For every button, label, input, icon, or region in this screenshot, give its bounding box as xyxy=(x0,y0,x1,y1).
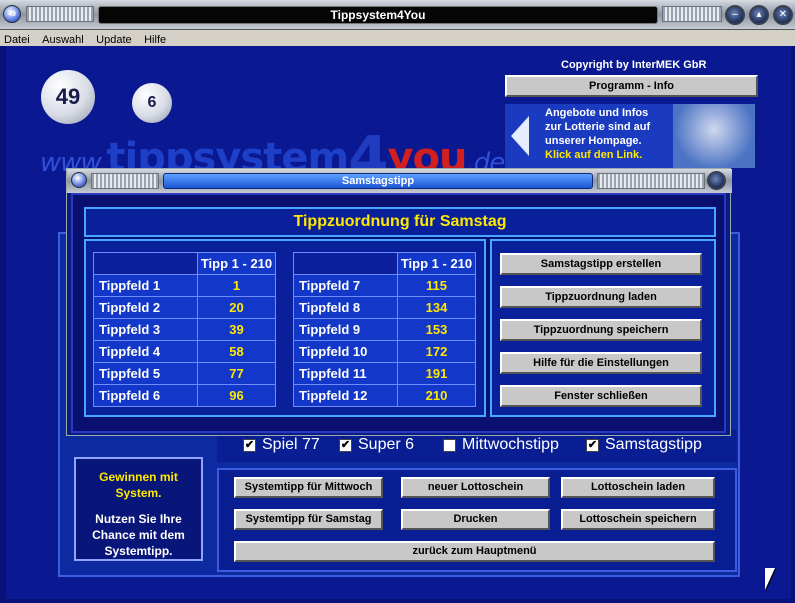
dialog-close-icon[interactable] xyxy=(707,171,726,190)
dialog-grip-left xyxy=(91,173,159,189)
dialog-grip-right xyxy=(597,173,705,189)
table-row: Tippfeld 4 58 xyxy=(93,340,276,363)
minimize-icon[interactable]: – xyxy=(725,5,745,25)
tipp-value-field[interactable]: 1 xyxy=(197,274,276,297)
tipp-value-field[interactable]: 58 xyxy=(197,340,276,363)
tipp-value-field[interactable]: 134 xyxy=(397,296,476,319)
promo-system-title: Gewinnen mit System. xyxy=(99,470,178,500)
tipp-value-field[interactable]: 20 xyxy=(197,296,276,319)
dialog-title: Samstagstipp xyxy=(163,173,593,189)
promo-text: Angebote und Infos zur Lotterie sind auf… xyxy=(545,107,651,161)
load-tippzuordnung-button[interactable]: Tippzuordnung laden xyxy=(500,286,702,308)
tipp-value-field[interactable]: 210 xyxy=(397,384,476,407)
close-window-button[interactable]: Fenster schließen xyxy=(500,385,702,407)
systemtipp-mittwoch-button[interactable]: Systemtipp für Mittwoch xyxy=(234,477,383,498)
tipp-value-field[interactable]: 191 xyxy=(397,362,476,385)
table-row: Tippfeld 10 172 xyxy=(293,340,476,363)
promo-banner[interactable]: Angebote und Infos zur Lotterie sind auf… xyxy=(505,104,755,168)
mouse-cursor-icon xyxy=(765,568,775,590)
column-header: Tipp 1 - 210 xyxy=(397,252,476,275)
app-icon[interactable]: 49 xyxy=(3,5,21,23)
arrow-left-icon xyxy=(511,116,529,156)
table-row: Tippfeld 6 96 xyxy=(93,384,276,407)
close-icon[interactable]: ✕ xyxy=(773,5,793,25)
menu-bar: Datei Auswahl Update Hilfe xyxy=(0,30,795,46)
table-header-row: Tipp 1 - 210 xyxy=(93,252,276,275)
copyright-text: Copyright by InterMEK GbR xyxy=(561,59,707,71)
save-lottoschein-button[interactable]: Lottoschein speichern xyxy=(561,509,715,530)
load-lottoschein-button[interactable]: Lottoschein laden xyxy=(561,477,715,498)
create-samstagstipp-button[interactable]: Samstagstipp erstellen xyxy=(500,253,702,275)
back-to-main-menu-button[interactable]: zurück zum Hauptmenü xyxy=(234,541,715,562)
column-header: Tipp 1 - 210 xyxy=(197,252,276,275)
window-title: Tippsystem4You xyxy=(98,6,658,24)
table-row: Tippfeld 5 77 xyxy=(93,362,276,385)
tipp-value-field[interactable]: 153 xyxy=(397,318,476,341)
new-lottoschein-button[interactable]: neuer Lottoschein xyxy=(401,477,550,498)
promo-system-box: Gewinnen mit System. Nutzen Sie Ihre Cha… xyxy=(74,457,203,561)
promo-link[interactable]: Klick auf den Link. xyxy=(545,149,642,161)
table-row: Tippfeld 12 210 xyxy=(293,384,476,407)
tippfeld-table-right: Tipp 1 - 210 Tippfeld 7 115 Tippfeld 8 134… xyxy=(293,252,476,407)
maximize-icon[interactable]: ▴ xyxy=(749,5,769,25)
settings-help-button[interactable]: Hilfe für die Einstellungen xyxy=(500,352,702,374)
tipp-value-field[interactable]: 96 xyxy=(197,384,276,407)
tipp-value-field[interactable]: 77 xyxy=(197,362,276,385)
tipp-value-field[interactable]: 115 xyxy=(397,274,476,297)
dialog-titlebar: Samstagstipp xyxy=(67,169,732,193)
tipp-value-field[interactable]: 172 xyxy=(397,340,476,363)
table-header-row: Tipp 1 - 210 xyxy=(293,252,476,275)
checkbox-super6[interactable]: ✔ Super 6 xyxy=(339,436,414,454)
tipp-value-field[interactable]: 39 xyxy=(197,318,276,341)
lotto-ball-49: 49 xyxy=(41,70,95,124)
program-info-button[interactable]: Programm - Info xyxy=(505,75,758,97)
table-row: Tippfeld 9 153 xyxy=(293,318,476,341)
checkbox-mittwochstipp[interactable]: Mittwochstipp xyxy=(443,436,559,454)
checkbox-samstagstipp[interactable]: ✔ Samstagstipp xyxy=(586,436,702,454)
promo-system-text: Nutzen Sie Ihre Chance mit dem Systemtip… xyxy=(92,512,185,558)
table-row: Tippfeld 11 191 xyxy=(293,362,476,385)
table-row: Tippfeld 2 20 xyxy=(93,296,276,319)
window-titlebar: 49 Tippsystem4You – ▴ ✕ xyxy=(0,0,795,30)
dialog-heading: Tippzuordnung für Samstag xyxy=(84,207,716,237)
titlebar-grip-right xyxy=(662,6,722,22)
table-row: Tippfeld 3 39 xyxy=(93,318,276,341)
tippfeld-table-left: Tipp 1 - 210 Tippfeld 11 Tippfeld 2 20 Ti… xyxy=(93,252,276,407)
save-tippzuordnung-button[interactable]: Tippzuordnung speichern xyxy=(500,319,702,341)
print-button[interactable]: Drucken xyxy=(401,509,550,530)
systemtipp-samstag-button[interactable]: Systemtipp für Samstag xyxy=(234,509,383,530)
titlebar-grip-left xyxy=(26,6,94,22)
checkbox-spiel77[interactable]: ✔ Spiel 77 xyxy=(243,436,320,454)
mascot-image xyxy=(673,104,755,168)
table-row: Tippfeld 11 xyxy=(93,274,276,297)
table-row: Tippfeld 7 115 xyxy=(293,274,476,297)
table-row: Tippfeld 8 134 xyxy=(293,296,476,319)
dialog-app-icon[interactable] xyxy=(71,172,87,188)
